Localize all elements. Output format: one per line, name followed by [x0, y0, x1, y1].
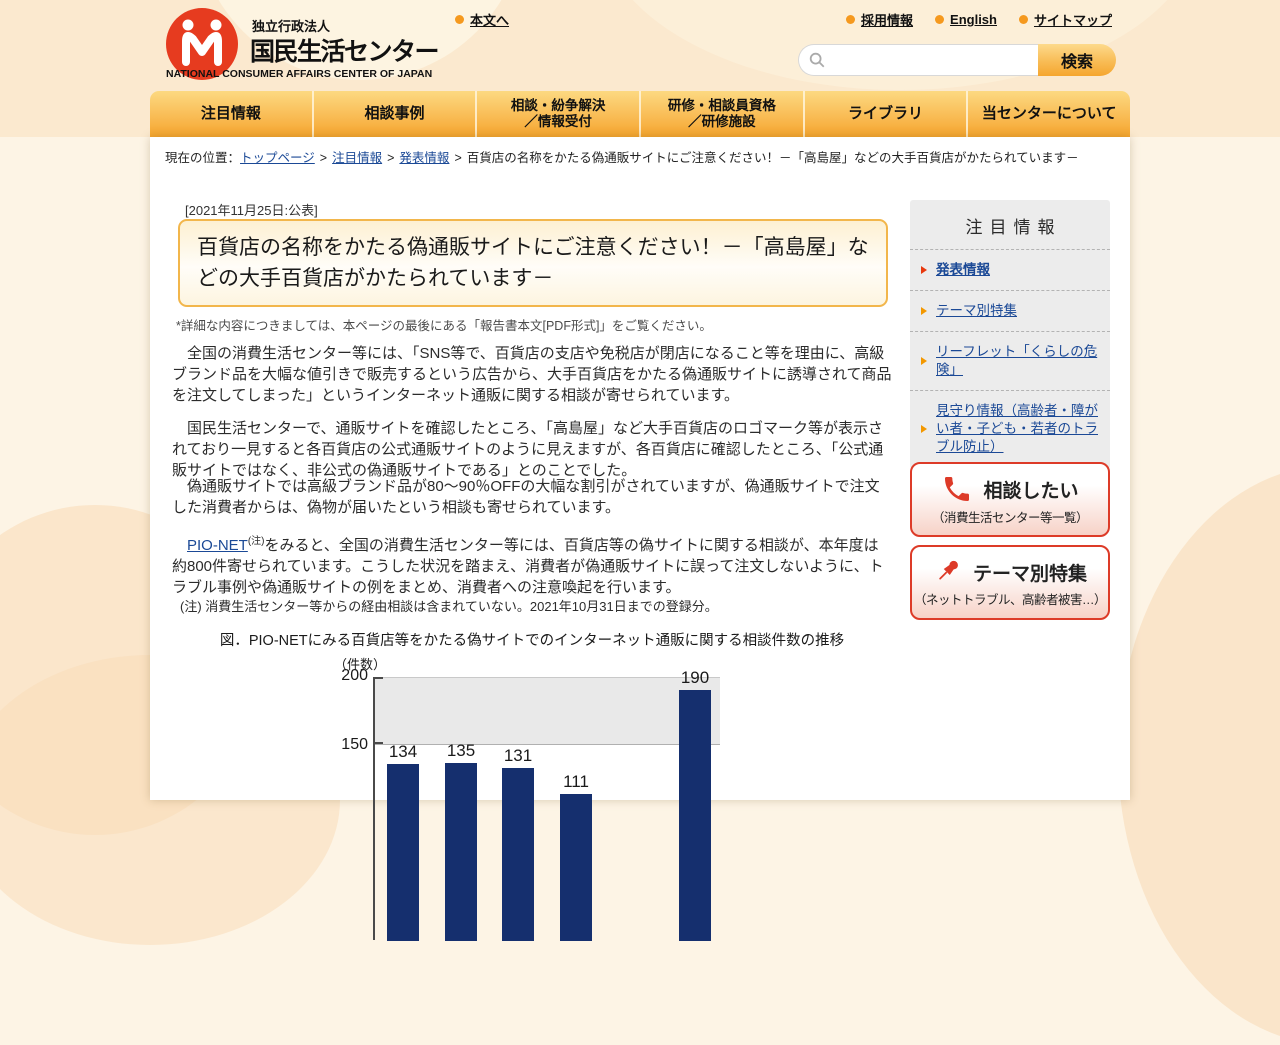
bullet-icon — [935, 15, 944, 24]
skip-link-label: 本文へ — [470, 10, 509, 29]
chart-bar-value: 134 — [378, 742, 428, 762]
chart-tick — [375, 677, 383, 679]
tab-consultation-cases[interactable]: 相談事例 — [312, 91, 476, 137]
tab-about-center[interactable]: 当センターについて — [966, 91, 1130, 137]
chart-bar — [387, 764, 419, 941]
site-search: 検索 — [798, 44, 1116, 76]
global-nav: 注目情報 相談事例 相談・紛争解決 ／情報受付 研修・相談員資格 ／研修施設 ラ… — [150, 91, 1130, 137]
breadcrumb-current: 百貨店の名称をかたる偽通販サイトにご注意ください！－「高島屋」などの大手百貨店が… — [467, 151, 1079, 165]
tab-training[interactable]: 研修・相談員資格 ／研修施設 — [639, 91, 803, 137]
footnote-marker: (注) — [248, 536, 265, 547]
search-input[interactable] — [798, 44, 1038, 76]
breadcrumb-separator: > — [454, 151, 461, 165]
recruit-link[interactable]: 採用情報 — [846, 10, 913, 29]
tab-dispute-resolution[interactable]: 相談・紛争解決 ／情報受付 — [475, 91, 639, 137]
theme-button-subtitle: （ネットトラブル、高齢者被害…） — [914, 589, 1106, 608]
breadcrumb-link-announcements[interactable]: 発表情報 — [399, 151, 449, 165]
paragraph: 国民生活センターで、通販サイトを確認したところ、「高島屋」など大手百貨店のロゴマ… — [172, 418, 892, 481]
paragraph-pio-net: PIO-NET(注)をみると、全国の消費生活センター等には、百貨店等の偽サイトに… — [172, 531, 892, 598]
sitemap-link[interactable]: サイトマップ — [1019, 10, 1112, 29]
search-icon — [808, 51, 826, 69]
chart-plot: 134135131111190 — [373, 677, 720, 940]
bullet-icon — [455, 15, 464, 24]
chart-y-tick-label: 150 — [332, 736, 368, 754]
consult-button-title: 相談したい — [983, 476, 1078, 503]
tab-featured-info[interactable]: 注目情報 — [150, 91, 312, 137]
chevron-right-icon — [921, 425, 927, 433]
org-name: 国民生活センター — [250, 32, 438, 68]
chart-bar — [445, 763, 477, 941]
search-button[interactable]: 検索 — [1038, 44, 1116, 76]
chart-bar-value: 131 — [493, 746, 543, 766]
chart-bar-value: 111 — [551, 772, 601, 792]
chart-band-150-200 — [375, 677, 720, 745]
chart-bar — [679, 690, 711, 941]
consult-button-subtitle: （消費生活センター等一覧） — [932, 507, 1088, 526]
paragraph: 偽通販サイトでは高級ブランド品が80～90％OFFの大幅な割引がされていますが、… — [172, 476, 892, 518]
breadcrumb: 現在の位置：トップページ > 注目情報 > 発表情報 > 百貨店の名称をかたる偽通販サイトに… — [165, 149, 1115, 168]
chart-bar-value: 135 — [436, 741, 486, 761]
page-title: 百貨店の名称をかたる偽通販サイトにご注意ください！－「高島屋」などの大手百貨店が… — [178, 219, 888, 307]
chart-y-tick-label: 200 — [332, 667, 368, 685]
org-name-english: NATIONAL CONSUMER AFFAIRS CENTER OF JAPA… — [166, 68, 432, 80]
sidebar-title: 注目情報 — [910, 200, 1110, 249]
decorative-circle — [1118, 465, 1280, 1045]
tab-library[interactable]: ライブラリ — [803, 91, 967, 137]
consult-button[interactable]: 相談したい （消費生活センター等一覧） — [910, 462, 1110, 537]
publish-date: [2021年11月25日:公表] — [185, 200, 318, 219]
breadcrumb-separator: > — [320, 151, 327, 165]
chevron-right-icon — [921, 307, 927, 315]
sidebar-item-theme-features[interactable]: テーマ別特集 — [910, 290, 1110, 331]
chart-bar — [560, 794, 592, 941]
pushpin-icon — [933, 557, 963, 587]
site-logo[interactable]: 独立行政法人 国民生活センター NATIONAL CONSUMER AFFAIR… — [166, 8, 456, 84]
breadcrumb-prefix: 現在の位置： — [165, 151, 240, 165]
skip-to-content[interactable]: 本文へ — [455, 10, 509, 29]
chart-title: 図．PIO-NETにみる百貨店等をかたる偽サイトでのインターネット通販に関する相… — [172, 629, 892, 650]
chevron-right-icon — [921, 266, 927, 274]
chevron-right-icon — [921, 357, 927, 365]
sidebar-item-leaflet[interactable]: リーフレット「くらしの危険」 — [910, 331, 1110, 390]
phone-icon — [941, 473, 973, 505]
footnote: (注) 消費生活センター等からの経由相談は含まれていない。2021年10月31日… — [180, 596, 718, 615]
bullet-icon — [1019, 15, 1028, 24]
paragraph-text: をみると、全国の消費生活センター等には、百貨店等の偽サイトに関する相談が、本年度… — [172, 537, 884, 596]
pio-net-link[interactable]: PIO-NET — [187, 537, 248, 554]
chart-bar — [502, 768, 534, 941]
english-link[interactable]: English — [935, 10, 997, 29]
breadcrumb-link-home[interactable]: トップページ — [240, 151, 315, 165]
chart-bar-value: 190 — [670, 668, 720, 688]
sidebar-item-watch-info[interactable]: 見守り情報（高齢者・障がい者・子ども・若者のトラブル防止） — [910, 390, 1110, 467]
sidebar-featured-info: 注目情報 発表情報 テーマ別特集 リーフレット「くらしの危険」 見守り情報（高齢… — [910, 200, 1110, 469]
breadcrumb-link-featured[interactable]: 注目情報 — [332, 151, 382, 165]
utility-links: 採用情報 English サイトマップ — [800, 10, 1112, 29]
theme-features-button[interactable]: テーマ別特集 （ネットトラブル、高齢者被害…） — [910, 545, 1110, 620]
pdf-note: *詳細な内容につきましては、本ページの最後にある「報告書本文[PDF形式]」をご… — [176, 315, 712, 334]
main-content: 現在の位置：トップページ > 注目情報 > 発表情報 > 百貨店の名称をかたる偽通販サイトに… — [150, 137, 1130, 800]
bullet-icon — [846, 15, 855, 24]
theme-button-title: テーマ別特集 — [973, 559, 1087, 586]
sidebar-item-announcements[interactable]: 発表情報 — [910, 249, 1110, 290]
breadcrumb-separator: > — [387, 151, 394, 165]
paragraph: 全国の消費生活センター等には、「SNS等で、百貨店の支店や免税店が閉店になること… — [172, 343, 892, 406]
